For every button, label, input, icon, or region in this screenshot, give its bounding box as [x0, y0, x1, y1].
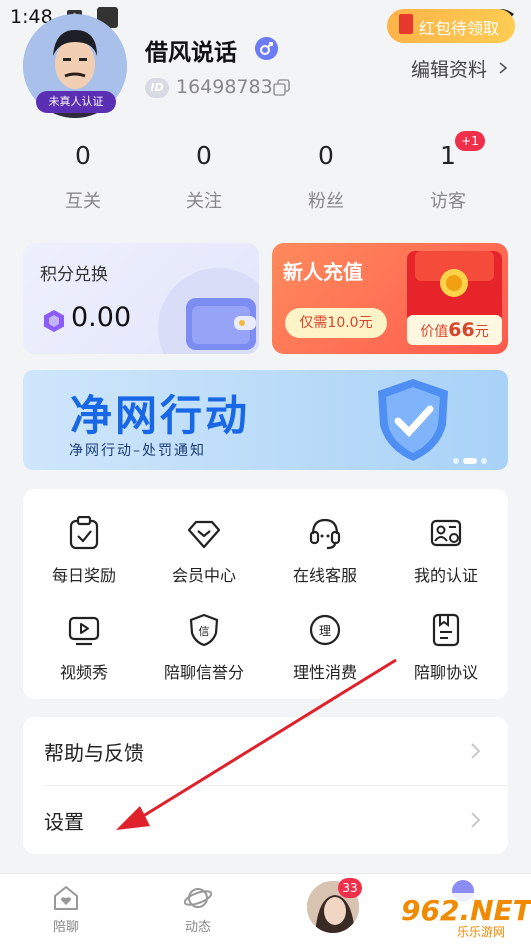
recharge-title: 新人充值	[283, 260, 363, 284]
newbie-recharge-card[interactable]: 新人充值 仅需10.0元 价值66元	[272, 243, 508, 354]
grid-label: 视频秀	[59, 663, 108, 682]
banner-dot	[453, 458, 459, 464]
diamond-icon	[188, 520, 220, 549]
heart-home-icon	[54, 886, 78, 910]
redpack-label: 红包待领取	[419, 19, 500, 38]
credit-glyph: 信	[199, 625, 210, 638]
gem-icon	[44, 310, 64, 332]
wallet-icon	[186, 298, 256, 350]
grid-label: 理性消费	[292, 663, 357, 682]
stat-label: 粉丝	[308, 191, 344, 212]
credit-shield-icon: 信	[189, 613, 219, 647]
planet-icon	[184, 888, 212, 908]
grid-item-credit-score[interactable]: 信 陪聊信誉分	[149, 613, 259, 693]
stat-label: 互关	[65, 191, 101, 212]
gift-value-prefix: 价值	[420, 324, 449, 340]
stat-following[interactable]: 0 关注	[164, 141, 244, 213]
redpack-icon	[399, 14, 413, 34]
id-tag-icon: ID	[145, 78, 169, 98]
headset-icon	[309, 518, 341, 550]
list-item-label: 帮助与反馈	[44, 741, 144, 765]
banner-title: 净网行动	[70, 391, 251, 440]
points-value: 0.00	[71, 302, 132, 333]
chevron-right-icon	[471, 743, 481, 759]
grid-label: 在线客服	[292, 566, 357, 585]
agreement-doc-icon	[432, 613, 460, 647]
gift-value-suffix: 元	[474, 324, 489, 340]
list-item-label: 设置	[44, 810, 84, 834]
points-title: 积分兑换	[40, 265, 108, 285]
banner-pagination	[453, 449, 491, 468]
stat-mutual[interactable]: 0 互关	[43, 141, 123, 213]
chevron-right-icon	[471, 812, 481, 828]
rational-spend-icon: 理	[309, 614, 341, 646]
grid-label: 我的认证	[413, 566, 478, 585]
visitor-new-badge: +1	[455, 131, 485, 151]
tab-label: 陪聊	[52, 920, 79, 935]
message-count-badge: 33	[338, 878, 362, 898]
banner-dot	[481, 458, 487, 464]
stat-visitors[interactable]: 1 访客	[408, 141, 488, 213]
stat-label: 访客	[430, 191, 466, 212]
grid-item-daily-reward[interactable]: 每日奖励	[29, 516, 139, 596]
verification-badge[interactable]: 未真人认证	[36, 91, 116, 113]
grid-item-my-verification[interactable]: 我的认证	[391, 516, 501, 596]
tab-moments[interactable]: 动态	[158, 884, 238, 935]
clipboard-check-icon	[69, 516, 99, 550]
grid-item-rational-spending[interactable]: 理 理性消费	[270, 613, 380, 693]
settings-list: 帮助与反馈 设置	[23, 717, 508, 854]
gift-value-amount: 66	[448, 319, 475, 341]
gift-box-icon	[407, 251, 502, 323]
username: 借风说话	[145, 40, 237, 66]
user-id: 16498783	[176, 76, 273, 98]
grid-label: 会员中心	[171, 566, 236, 585]
gift-value-label: 价值66元	[407, 315, 502, 345]
male-icon	[255, 37, 278, 60]
stat-value: 0	[196, 141, 212, 170]
stat-value: 0	[318, 141, 334, 170]
video-play-icon	[68, 616, 100, 646]
grid-item-customer-service[interactable]: 在线客服	[270, 516, 380, 596]
points-exchange-card[interactable]: 积分兑换 0.00	[23, 243, 259, 354]
stat-value: 0	[75, 141, 91, 170]
tab-label: 动态	[184, 920, 211, 935]
stat-fans[interactable]: 0 粉丝	[286, 141, 366, 213]
edit-profile-link[interactable]: 编辑资料	[411, 55, 487, 82]
id-card-icon	[430, 519, 462, 547]
rational-glyph: 理	[319, 624, 331, 638]
grid-item-video-show[interactable]: 视频秀	[29, 613, 139, 693]
feature-grid: 每日奖励 会员中心 在线客服 我的认证 视频秀 信 陪聊信誉分 理 理性消费 陪…	[23, 489, 508, 699]
chevron-right-icon	[499, 62, 508, 74]
banner-subtitle: 净网行动–处罚通知	[69, 443, 206, 459]
tab-companion[interactable]: 陪聊	[26, 884, 106, 935]
grid-label: 每日奖励	[51, 566, 116, 585]
watermark-sub: 乐乐游网	[457, 925, 506, 939]
list-item-settings[interactable]: 设置	[23, 786, 508, 854]
banner-dot-active	[463, 458, 477, 464]
recharge-price-button[interactable]: 仅需10.0元	[285, 308, 387, 338]
grid-label: 陪聊协议	[413, 663, 478, 682]
grid-label: 陪聊信誉分	[163, 663, 244, 682]
copy-icon[interactable]	[273, 79, 291, 97]
grid-item-vip-center[interactable]: 会员中心	[149, 516, 259, 596]
promo-banner[interactable]: 净网行动 净网行动–处罚通知	[23, 370, 508, 470]
stat-label: 关注	[186, 191, 222, 212]
list-item-help-feedback[interactable]: 帮助与反馈	[23, 717, 508, 785]
shield-check-icon	[378, 379, 448, 461]
grid-item-chat-agreement[interactable]: 陪聊协议	[391, 613, 501, 693]
